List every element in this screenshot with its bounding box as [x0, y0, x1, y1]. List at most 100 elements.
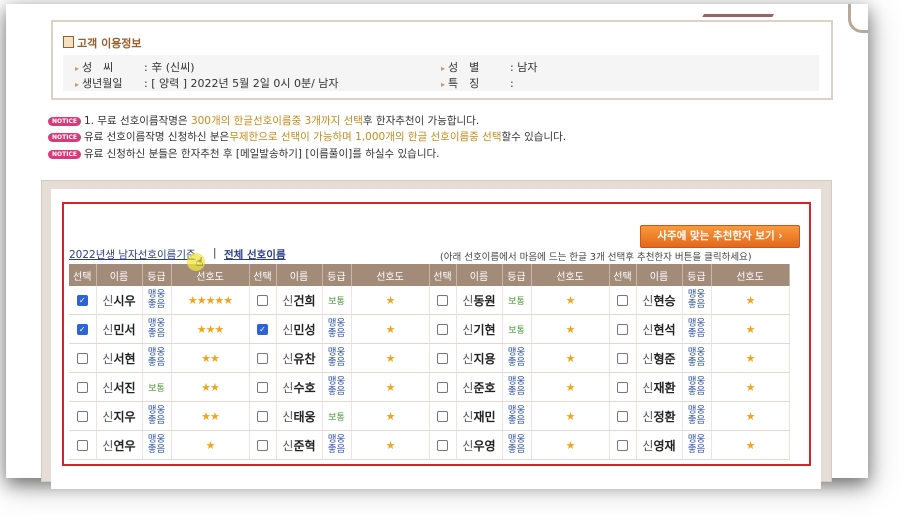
name-cell: 신지용 [456, 343, 503, 373]
decorative-frame-corner [848, 4, 868, 33]
surname: 신 [462, 322, 474, 337]
name-checkbox[interactable] [437, 295, 448, 306]
name-checkbox[interactable]: ✓ [76, 295, 88, 306]
birth-value: : [ 양력 ] 2022년 5월 2일 0시 0분/ 남자 [144, 77, 339, 90]
preference-cell: ★ [531, 286, 610, 315]
grade-badge: 맹웅 좋음 [147, 318, 166, 339]
tab-year-names[interactable]: 2022년생 남자선호이름기준 [69, 247, 196, 262]
col-header-name: 이름 [636, 264, 683, 286]
name-checkbox[interactable] [617, 440, 628, 451]
select-cell [69, 401, 97, 431]
surname-row: ▸ 성 씨: 辛 (신씨) [75, 59, 195, 75]
grade-badge: 맹웅 좋음 [687, 434, 706, 455]
given-name: 현승 [653, 293, 676, 308]
surname: 신 [642, 351, 654, 366]
preference-cell: ★ [351, 401, 430, 431]
name-checkbox[interactable] [617, 411, 628, 422]
grade-cell: 맹웅 좋음 [142, 401, 172, 431]
grade-badge: 맹웅 좋음 [147, 434, 166, 455]
col-header-preference: 선호도 [171, 264, 250, 286]
name-checkbox[interactable]: ✓ [257, 324, 268, 335]
recommend-hanja-button[interactable]: 사주에 맞는 추천한자 보기 › [640, 225, 800, 248]
name-cell: 신서현 [96, 343, 143, 373]
grade-cell: 맹웅 좋음 [682, 343, 712, 373]
tab-all-names[interactable]: 전체 선호이름 [224, 247, 286, 262]
name-checkbox[interactable] [257, 382, 268, 393]
table-row: 신서진 보통 ★★ 신수호 맹웅 좋음 ★ 신준호 맹웅 좋음 ★ 신재환 맹웅 좋음 ★ [69, 372, 790, 402]
preference-cell: ★ [711, 314, 790, 344]
name-cell: 신우영 [456, 430, 503, 460]
gender-label: 성 별 [448, 61, 480, 74]
name-checkbox[interactable] [437, 440, 448, 451]
grade-cell: 맹웅 좋음 [502, 401, 532, 431]
grade-badge: 맹웅 좋음 [687, 347, 706, 368]
preference-cell: ★ [531, 314, 610, 344]
preference-stars: ★ [565, 351, 576, 365]
surname-label: 성 씨 [82, 61, 114, 74]
grade-badge: 맹웅 좋음 [687, 376, 706, 397]
col-header-grade: 등급 [502, 264, 532, 286]
name-checkbox[interactable]: ✓ [76, 324, 88, 335]
name-checkbox[interactable] [437, 382, 448, 393]
name-checkbox[interactable] [437, 411, 448, 422]
name-cell: 신수호 [276, 372, 323, 402]
table-row: ✓ 신민서 맹웅 좋음 ★★★ ✓ 신민성 맹웅 좋음 ★ 신기현 보통 ★ 신현석 맹웅 좋음 ★ [69, 314, 790, 344]
name-checkbox[interactable] [76, 382, 88, 393]
preference-stars: ★ [205, 438, 216, 452]
preference-cell: ★★ [171, 343, 250, 373]
select-cell [609, 314, 637, 344]
grade-cell: 맹웅 좋음 [322, 430, 352, 460]
preference-stars: ★ [745, 380, 756, 394]
name-checkbox[interactable] [76, 440, 88, 451]
select-cell [429, 314, 457, 344]
preference-cell: ★ [351, 314, 430, 344]
preference-cell: ★ [531, 343, 610, 373]
select-cell: ✓ [69, 314, 97, 344]
preference-stars: ★★★★★ [187, 293, 233, 307]
bullet-icon: ▸ [75, 80, 80, 89]
preference-stars: ★★ [201, 351, 220, 365]
given-name: 유찬 [293, 351, 316, 366]
preference-cell: ★ [531, 430, 610, 460]
special-label: 특 징 [448, 77, 480, 90]
given-name: 민성 [293, 322, 316, 337]
name-checkbox[interactable] [617, 382, 628, 393]
name-checkbox[interactable] [257, 440, 268, 451]
preference-stars: ★ [745, 293, 756, 307]
preference-stars: ★★ [201, 380, 220, 394]
name-checkbox[interactable] [76, 411, 88, 422]
grade-badge: 맹웅 좋음 [327, 318, 346, 339]
notice-badge: NOTICE [48, 133, 81, 142]
grade-badge: 맹웅 좋음 [507, 434, 526, 455]
name-checkbox[interactable] [76, 353, 88, 364]
preference-cell: ★ [711, 430, 790, 460]
select-cell [609, 430, 637, 460]
instruction-hint: (아래 선호이름에서 마음에 드는 한글 3개 선택후 추천한자 버튼을 클릭하… [440, 252, 752, 263]
name-checkbox[interactable] [617, 353, 628, 364]
select-cell: ✓ [249, 314, 277, 344]
bullet-icon: ▸ [75, 64, 80, 73]
col-header-grade: 등급 [322, 264, 352, 286]
name-checkbox[interactable] [257, 353, 268, 364]
select-cell [249, 343, 277, 373]
name-checkbox[interactable] [257, 295, 268, 306]
notice-badge: NOTICE [48, 150, 81, 159]
surname: 신 [282, 293, 294, 308]
preference-cell: ★ [171, 430, 250, 460]
surname: 신 [282, 409, 294, 424]
col-header-grade: 등급 [682, 264, 712, 286]
name-checkbox[interactable] [437, 324, 448, 335]
preference-stars: ★ [565, 380, 576, 394]
preference-cell: ★ [531, 372, 610, 402]
table-row: 신지우 맹웅 좋음 ★★ 신태웅 보통 ★ 신재민 맹웅 좋음 ★ 신정환 맹웅 좋음 ★ [69, 401, 790, 431]
name-checkbox[interactable] [257, 411, 268, 422]
preference-cell: ★★ [171, 372, 250, 402]
grade-cell: 보통 [142, 372, 172, 402]
name-checkbox[interactable] [617, 324, 628, 335]
name-checkbox[interactable] [437, 353, 448, 364]
preference-stars: ★ [385, 380, 396, 394]
name-checkbox[interactable] [617, 295, 628, 306]
given-name: 연우 [113, 438, 136, 453]
select-cell [429, 286, 457, 315]
name-cell: 신시우 [96, 286, 143, 315]
